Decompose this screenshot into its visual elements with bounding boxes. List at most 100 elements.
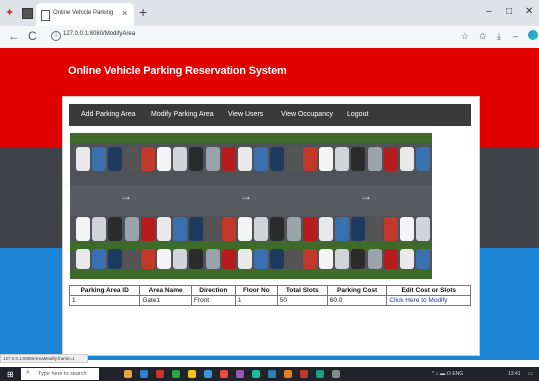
collections-icon[interactable]: ✩: [479, 31, 487, 42]
system-tray-icons[interactable]: ^ ⌂ ▬ ☊ ENG: [432, 371, 463, 377]
cell-parking-area-id: 1: [68, 295, 141, 306]
lane-arrow-icon: →: [240, 189, 252, 203]
taskbar-app-icon[interactable]: [156, 370, 164, 378]
taskbar-app-icon[interactable]: [300, 370, 308, 378]
parked-car: [335, 249, 350, 269]
maximize-button[interactable]: □: [506, 6, 512, 17]
settings-menu-icon[interactable]: –: [513, 31, 518, 41]
taskbar-search-box[interactable]: ⌕ Type here to search: [21, 368, 99, 380]
taskbar-app-icon[interactable]: [188, 370, 196, 378]
parked-car: [157, 249, 171, 269]
parked-car: [254, 147, 269, 171]
parked-car: [238, 147, 252, 171]
parked-car: [173, 217, 188, 241]
parked-car: [189, 147, 204, 171]
parked-car: [302, 217, 317, 241]
parked-car: [270, 147, 285, 171]
parked-car: [416, 147, 431, 171]
browser-tab-strip: ✦ Online Vehicle Parking × + – □ ✕: [0, 0, 539, 26]
parked-car: [238, 217, 252, 241]
close-window-button[interactable]: ✕: [525, 6, 533, 17]
taskbar: ⊞ ⌕ Type here to search ^ ⌂ ▬ ☊ ENG 13:4…: [0, 367, 539, 381]
modify-link[interactable]: Click Here to Modify: [386, 295, 471, 306]
page-icon: [41, 10, 50, 21]
parked-car: [400, 249, 414, 269]
taskbar-app-icon[interactable]: [124, 370, 132, 378]
parked-car: [351, 217, 366, 241]
parked-car: [205, 249, 220, 269]
parked-car: [319, 147, 333, 171]
parked-car: [173, 249, 188, 269]
tab-actions-icon[interactable]: [22, 8, 33, 19]
parked-car: [108, 217, 123, 241]
parked-car: [76, 147, 90, 171]
parked-car: [92, 147, 107, 171]
taskbar-app-icon[interactable]: [220, 370, 228, 378]
tab-title: Online Vehicle Parking: [53, 10, 114, 16]
parked-car: [76, 249, 90, 269]
browser-toolbar: ← C i 127.0.0.1:8080/ModifyArea ☆ ✩ ⤓ –: [0, 26, 539, 49]
parked-car: [205, 217, 220, 241]
taskbar-app-icon[interactable]: [172, 370, 180, 378]
parked-car: [76, 217, 90, 241]
cell-direction: Front: [190, 295, 236, 306]
parked-car: [108, 249, 123, 269]
windows-start-icon[interactable]: ⊞: [7, 370, 14, 379]
menu-view-users[interactable]: View Users: [228, 111, 263, 118]
parked-car: [254, 217, 269, 241]
favorite-star-icon[interactable]: ☆: [461, 31, 469, 42]
status-bar-url: 127.0.0.1:8080/AreaModify.frame=1: [0, 354, 88, 363]
table-row: 1 Gate1 Front 1 50 60.0 Click Here to Mo…: [68, 295, 471, 306]
refresh-button[interactable]: C: [28, 29, 37, 43]
menu-view-occupancy[interactable]: View Occupancy: [281, 111, 333, 118]
taskbar-app-icon[interactable]: [332, 370, 340, 378]
taskbar-app-icon[interactable]: [236, 370, 244, 378]
parked-car: [319, 249, 333, 269]
parking-lot-banner-image: → → →: [70, 133, 432, 279]
parked-car: [286, 249, 301, 269]
taskbar-app-icon[interactable]: [316, 370, 324, 378]
lane-arrow-icon: →: [360, 189, 372, 203]
search-icon: ⌕: [26, 369, 30, 376]
col-total-slots: Total Slots: [276, 285, 328, 296]
parked-car: [351, 249, 366, 269]
site-info-icon[interactable]: i: [51, 31, 61, 41]
parked-car: [270, 217, 285, 241]
back-button[interactable]: ←: [8, 29, 20, 43]
parked-car: [189, 217, 204, 241]
parked-car: [367, 147, 382, 171]
taskbar-app-icon[interactable]: [268, 370, 276, 378]
parking-area-table: Parking Area ID Area Name Direction Floo…: [68, 285, 471, 306]
address-bar[interactable]: i 127.0.0.1:8080/ModifyArea: [47, 29, 467, 44]
notifications-icon[interactable]: ▭: [528, 371, 533, 377]
edge-logo-icon[interactable]: [528, 30, 538, 40]
taskbar-app-icon[interactable]: [140, 370, 148, 378]
parked-car: [108, 147, 123, 171]
parked-car: [254, 249, 269, 269]
browser-menu-icon[interactable]: ✦: [5, 7, 17, 19]
browser-tab[interactable]: Online Vehicle Parking ×: [36, 3, 134, 26]
parked-car: [189, 249, 204, 269]
col-area-name: Area Name: [139, 285, 192, 296]
menu-logout[interactable]: Logout: [347, 111, 368, 118]
parked-car: [286, 147, 301, 171]
taskbar-app-icon[interactable]: [204, 370, 212, 378]
menu-add-parking-area[interactable]: Add Parking Area: [81, 111, 135, 118]
tab-close-button[interactable]: ×: [122, 8, 127, 18]
taskbar-app-icon[interactable]: [284, 370, 292, 378]
minimize-button[interactable]: –: [486, 6, 492, 17]
parked-car: [400, 147, 414, 171]
cell-area-name: Gate1: [139, 295, 192, 306]
parked-car: [383, 217, 398, 241]
downloads-icon[interactable]: ⤓: [497, 31, 501, 42]
menu-modify-parking-area[interactable]: Modify Parking Area: [151, 111, 214, 118]
col-floor-no: Floor No: [234, 285, 278, 296]
parked-car: [205, 147, 220, 171]
clock[interactable]: 13:41: [508, 371, 521, 377]
col-parking-area-id: Parking Area ID: [68, 285, 141, 296]
parked-car: [157, 147, 171, 171]
new-tab-button[interactable]: +: [139, 4, 147, 20]
taskbar-app-icon[interactable]: [252, 370, 260, 378]
url-text[interactable]: 127.0.0.1:8080/ModifyArea: [63, 31, 135, 37]
parked-car: [140, 217, 155, 241]
